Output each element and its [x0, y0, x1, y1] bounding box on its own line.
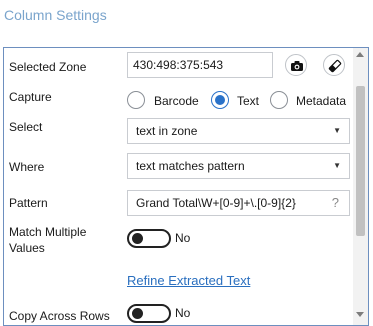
- capture-barcode-label: Barcode: [154, 94, 199, 108]
- capture-text-label: Text: [237, 94, 260, 108]
- pattern-label: Pattern: [9, 196, 48, 210]
- match-multiple-label-line1: Match Multiple: [9, 225, 87, 239]
- selected-zone-label: Selected Zone: [9, 60, 87, 74]
- where-dropdown[interactable]: text matches pattern ▼: [127, 153, 350, 179]
- select-label: Select: [9, 120, 43, 134]
- match-multiple-toggle[interactable]: [127, 229, 171, 248]
- where-label: Where: [9, 160, 45, 174]
- eraser-icon: [328, 59, 342, 73]
- scroll-down-icon[interactable]: [356, 312, 364, 317]
- copy-across-rows-state: No: [175, 306, 191, 320]
- match-multiple-label-line2: Values: [9, 241, 45, 255]
- scroll-thumb[interactable]: [356, 86, 365, 236]
- select-dropdown-value: text in zone: [136, 124, 198, 138]
- pattern-input-value: Grand Total\W+[0-9]+\.[0-9]{2}: [136, 196, 296, 210]
- capture-label: Capture: [9, 90, 52, 104]
- panel-title: Column Settings: [4, 7, 107, 23]
- vertical-scrollbar[interactable]: [353, 48, 368, 325]
- where-dropdown-value: text matches pattern: [136, 159, 245, 173]
- scroll-up-icon[interactable]: [356, 52, 364, 57]
- capture-text-radio[interactable]: [211, 91, 229, 109]
- capture-zone-button[interactable]: [285, 54, 307, 76]
- match-multiple-state: No: [175, 231, 191, 245]
- chevron-down-icon: ▼: [333, 161, 341, 170]
- pattern-input[interactable]: Grand Total\W+[0-9]+\.[0-9]{2} ?: [127, 190, 350, 216]
- camera-icon: [291, 61, 303, 71]
- capture-metadata-radio[interactable]: [270, 91, 288, 109]
- copy-across-rows-toggle[interactable]: [127, 304, 171, 323]
- clear-zone-button[interactable]: [323, 54, 345, 76]
- copy-across-rows-label: Copy Across Rows: [9, 309, 110, 323]
- help-icon[interactable]: ?: [332, 191, 339, 215]
- chevron-down-icon: ▼: [333, 126, 341, 135]
- capture-barcode-radio[interactable]: [127, 91, 145, 109]
- select-dropdown[interactable]: text in zone ▼: [127, 118, 350, 144]
- capture-metadata-label: Metadata: [296, 94, 347, 108]
- column-settings-panel: Selected Zone 430:498:375:543 Capture Ba…: [3, 47, 369, 326]
- refine-extracted-text-link[interactable]: Refine Extracted Text: [127, 273, 250, 288]
- selected-zone-field[interactable]: 430:498:375:543: [127, 52, 273, 78]
